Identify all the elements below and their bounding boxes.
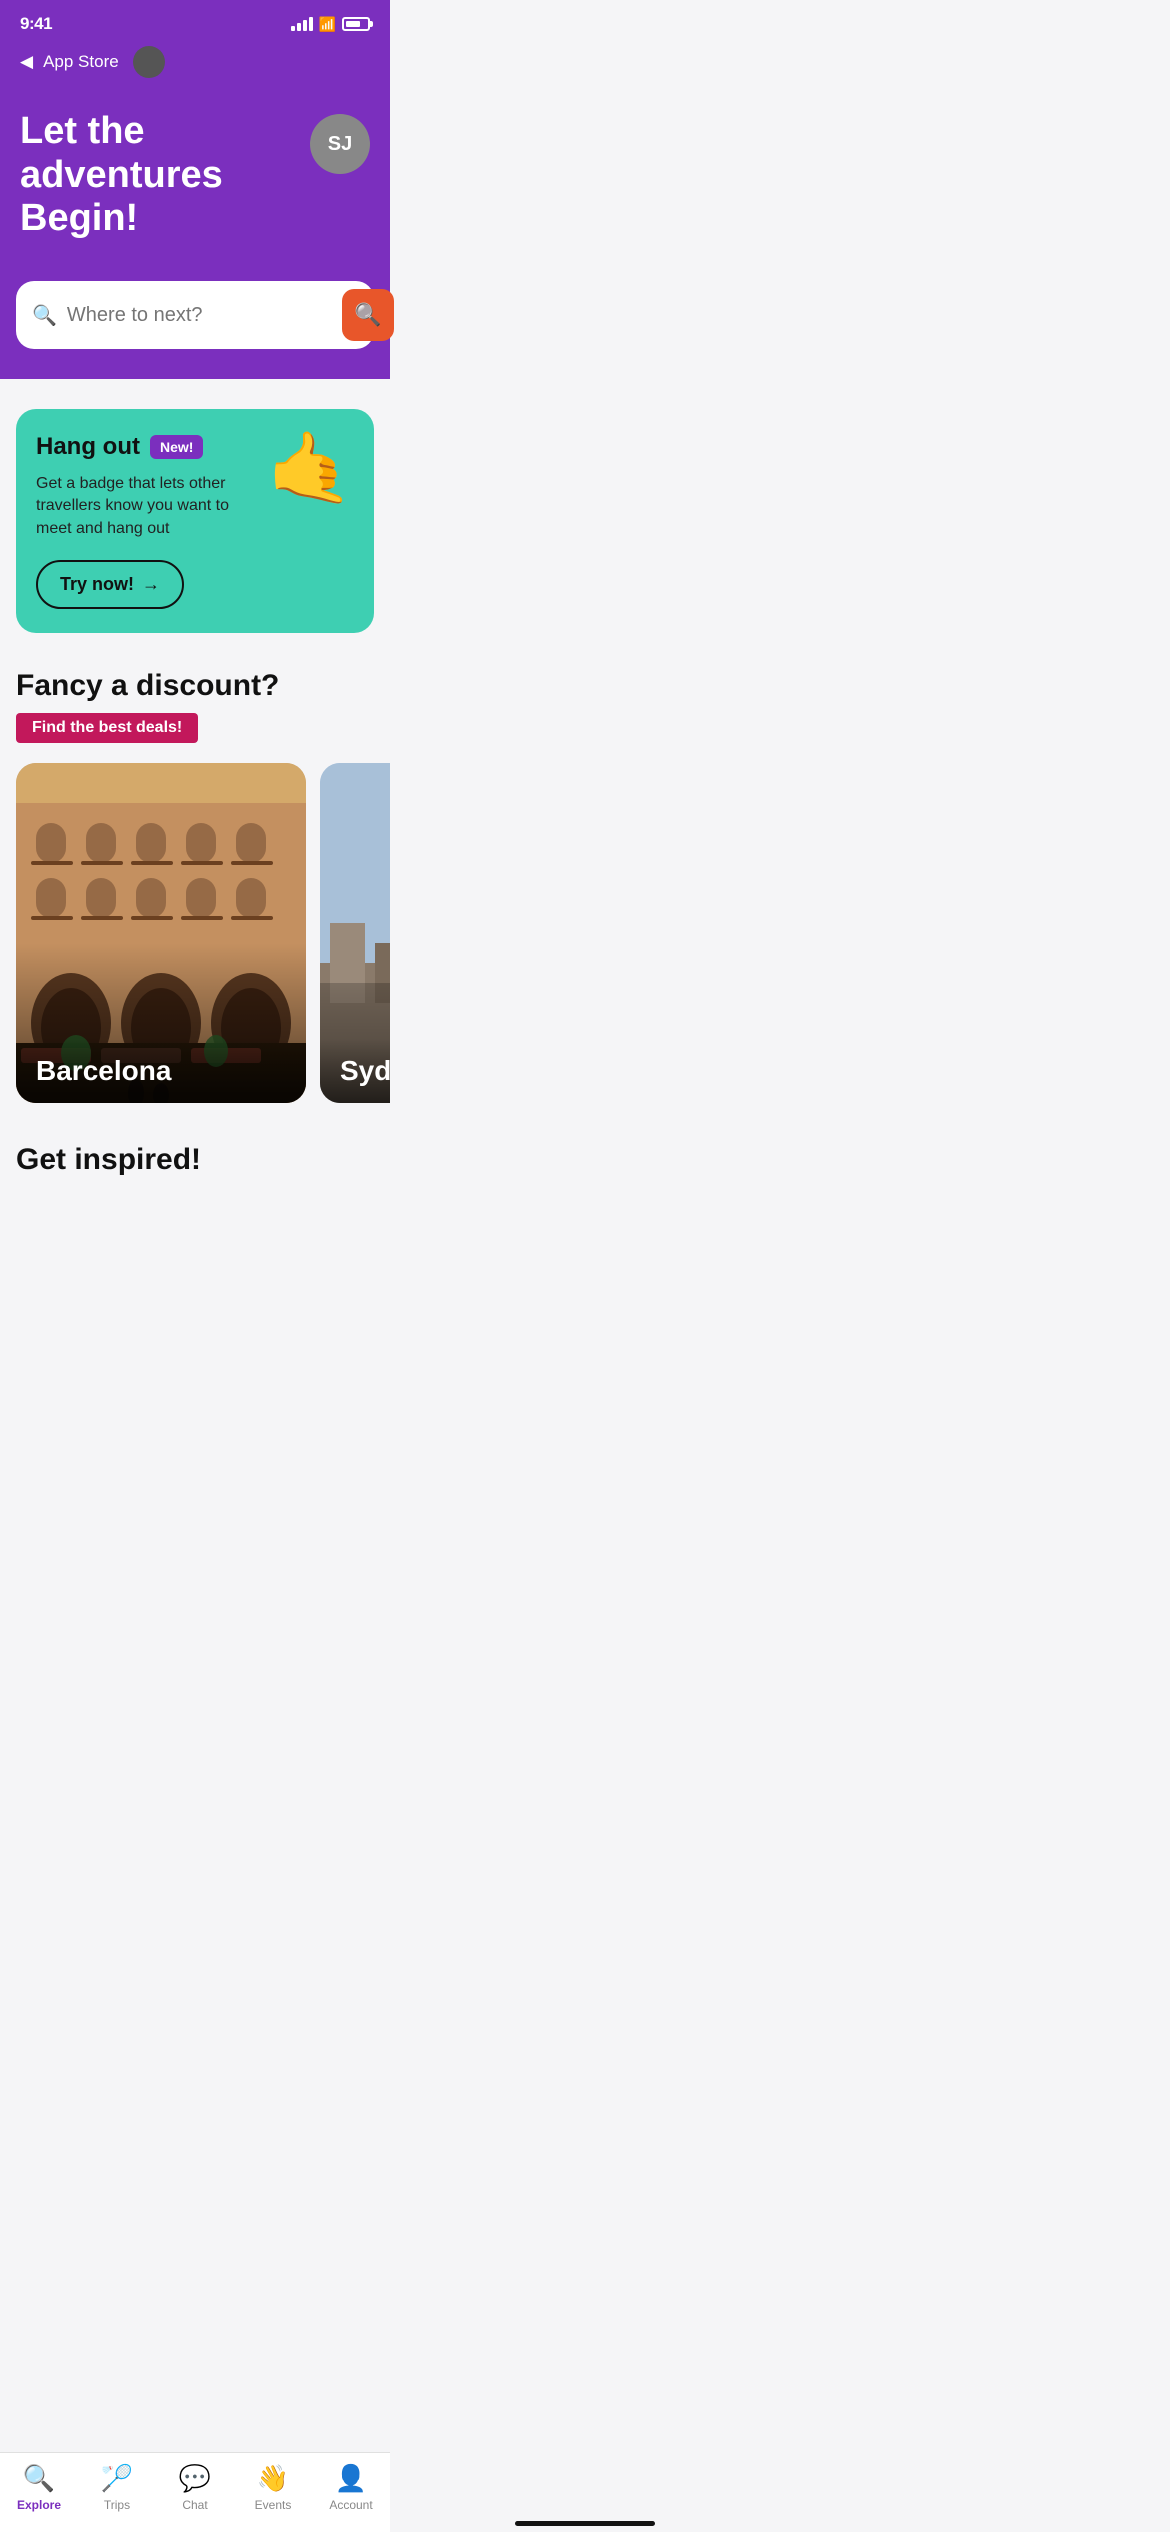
nav-item-account[interactable]: 👤 Account <box>321 2463 381 2512</box>
city-cards-scroll[interactable]: Barcelona <box>0 763 390 1107</box>
bottom-nav: 🔍 Explore 🏸 Trips 💬 Chat 👋 Events 👤 Acco… <box>0 2452 390 2532</box>
discount-section: Fancy a discount? Find the best deals! <box>16 669 374 1107</box>
city-name-sydney: Sydney <box>320 1039 390 1103</box>
arrow-icon: → <box>142 574 160 595</box>
hangout-left: Hang out New! Get a badge that lets othe… <box>36 433 267 609</box>
hangout-title-row: Hang out New! <box>36 433 257 461</box>
search-button[interactable]: 🔍 <box>342 289 394 341</box>
explore-label: Explore <box>17 2498 61 2512</box>
hangout-description: Get a badge that lets other travellers k… <box>36 473 257 540</box>
nav-item-explore[interactable]: 🔍 Explore <box>9 2463 69 2512</box>
nav-item-chat[interactable]: 💬 Chat <box>165 2463 225 2512</box>
new-badge: New! <box>150 435 203 459</box>
trips-label: Trips <box>104 2498 130 2512</box>
inspired-title: Get inspired! <box>16 1143 374 1177</box>
wifi-icon: 📶 <box>319 16 336 33</box>
search-bar: 🔍 🔍 <box>16 281 374 349</box>
status-icons: 📶 <box>291 16 370 33</box>
home-indicator <box>515 2521 655 2526</box>
hangout-card: Hang out New! Get a badge that lets othe… <box>16 409 374 633</box>
explore-icon: 🔍 <box>23 2463 55 2494</box>
battery-icon <box>342 17 370 31</box>
try-now-button[interactable]: Try now! → <box>36 560 184 609</box>
trips-icon: 🏸 <box>101 2463 133 2494</box>
notification-dot <box>133 46 165 78</box>
header-title: Let the adventures Begin! <box>20 110 310 241</box>
search-button-icon: 🔍 <box>354 302 381 328</box>
chat-icon: 💬 <box>179 2463 211 2494</box>
app-store-label: App Store <box>43 52 119 72</box>
status-bar: 9:41 📶 <box>0 0 390 42</box>
nav-item-trips[interactable]: 🏸 Trips <box>87 2463 147 2512</box>
city-name-barcelona: Barcelona <box>16 1039 306 1103</box>
hangout-emoji: 🤙 <box>267 433 354 503</box>
events-icon: 👋 <box>257 2463 289 2494</box>
back-arrow-icon[interactable]: ◀ <box>20 52 33 72</box>
signal-icon <box>291 17 313 31</box>
app-store-bar: ◀ App Store <box>0 42 390 90</box>
hangout-title: Hang out <box>36 433 140 461</box>
events-label: Events <box>255 2498 292 2512</box>
account-label: Account <box>329 2498 372 2512</box>
avatar[interactable]: SJ <box>310 114 370 174</box>
account-icon: 👤 <box>335 2463 367 2494</box>
inspired-section: Get inspired! <box>16 1143 374 1287</box>
search-container: 🔍 🔍 <box>0 281 390 379</box>
city-card-sydney[interactable]: Sydney <box>320 763 390 1103</box>
chat-label: Chat <box>182 2498 207 2512</box>
deals-badge: Find the best deals! <box>16 713 198 743</box>
nav-item-events[interactable]: 👋 Events <box>243 2463 303 2512</box>
discount-title: Fancy a discount? <box>16 669 374 703</box>
city-card-barcelona[interactable]: Barcelona <box>16 763 306 1103</box>
header: Let the adventures Begin! SJ <box>0 90 390 281</box>
search-icon-left: 🔍 <box>32 303 57 328</box>
search-input[interactable] <box>67 304 332 327</box>
main-content: Hang out New! Get a badge that lets othe… <box>0 379 390 1287</box>
status-time: 9:41 <box>20 14 52 34</box>
